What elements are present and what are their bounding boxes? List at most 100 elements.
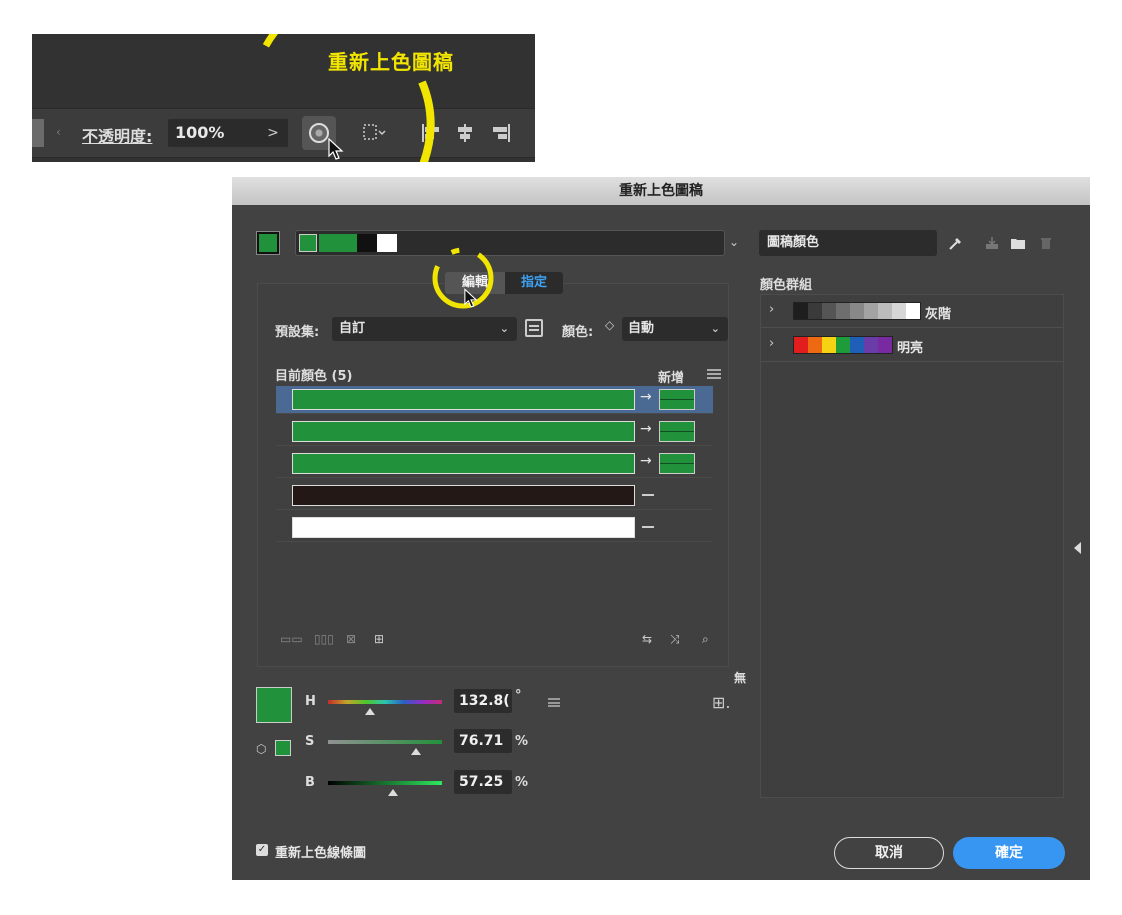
- colors-label: 顏色:: [562, 325, 594, 340]
- align-center-icon[interactable]: [454, 121, 476, 145]
- color-groups-label: 顏色群組: [760, 278, 813, 293]
- chevron-down-icon[interactable]: ⌄: [729, 235, 739, 249]
- current-color-swatch[interactable]: [256, 687, 292, 723]
- web-safe-swatch[interactable]: [275, 740, 291, 756]
- color-row[interactable]: [276, 482, 713, 510]
- group-swatch[interactable]: [864, 337, 878, 353]
- folder-icon[interactable]: [1010, 235, 1026, 251]
- mapping-arrow-icon[interactable]: →: [640, 389, 652, 405]
- mapping-arrow-icon[interactable]: →: [640, 453, 652, 469]
- brightness-label: B: [305, 775, 315, 790]
- group-swatch[interactable]: [822, 337, 836, 353]
- group-swatch[interactable]: [906, 303, 920, 319]
- hue-slider[interactable]: [328, 700, 442, 715]
- color-reduction-options-icon[interactable]: [525, 319, 543, 337]
- color-strip[interactable]: [295, 230, 725, 256]
- saturation-field[interactable]: 76.71: [454, 729, 512, 753]
- find-color-icon[interactable]: ⌕: [702, 632, 709, 650]
- save-group-icon[interactable]: [984, 235, 1000, 251]
- chevron-down-icon: ⌄: [710, 322, 720, 335]
- randomize-saturation-icon[interactable]: ⤨: [670, 632, 680, 650]
- hue-unit: °: [515, 688, 522, 703]
- strip-swatch: [357, 234, 377, 252]
- group-swatch[interactable]: [850, 303, 864, 319]
- ok-button[interactable]: 確定: [953, 837, 1065, 869]
- strip-swatch: [299, 234, 317, 252]
- color-group-row[interactable]: › 灰階: [761, 295, 1063, 328]
- panel-menu-icon[interactable]: [707, 369, 721, 379]
- current-color-bar[interactable]: [292, 517, 635, 538]
- cancel-button[interactable]: 取消: [834, 837, 944, 869]
- chevron-right-icon[interactable]: ›: [769, 302, 774, 317]
- merge-colors-icon[interactable]: ▭▭: [280, 632, 303, 650]
- preset-value: 自訂: [339, 321, 366, 336]
- active-color-swatch[interactable]: [257, 232, 279, 254]
- group-swatch[interactable]: [794, 337, 808, 353]
- colors-value: 自動: [628, 321, 655, 336]
- gamut-cube-icon[interactable]: ⬡: [256, 742, 266, 756]
- group-swatch[interactable]: [878, 337, 892, 353]
- recolor-lines-label[interactable]: 重新上色線條圖: [275, 842, 366, 861]
- colors-select[interactable]: 自動 ⌄: [622, 317, 728, 341]
- new-color-swatch[interactable]: [659, 421, 695, 442]
- control-bar-crop: 重新上色圖稿 ‹ 不透明度: 100% >: [32, 34, 535, 162]
- saturation-slider[interactable]: [328, 740, 442, 755]
- current-color-bar[interactable]: [292, 421, 635, 442]
- brightness-field[interactable]: 57.25: [454, 770, 512, 794]
- current-color-bar[interactable]: [292, 485, 635, 506]
- tab-assign[interactable]: 指定: [505, 272, 563, 294]
- color-grid-icon[interactable]: ⊞.: [712, 693, 731, 712]
- color-groups-panel: › 灰階 › 明亮: [760, 294, 1064, 798]
- new-row-icon[interactable]: ⊞: [374, 632, 384, 650]
- align-right-icon[interactable]: [490, 121, 512, 145]
- current-color-bar[interactable]: [292, 389, 635, 410]
- preset-select[interactable]: 自訂 ⌄: [332, 317, 517, 341]
- group-swatch[interactable]: [808, 303, 822, 319]
- color-mode-menu-icon[interactable]: [548, 698, 560, 707]
- group-swatch[interactable]: [878, 303, 892, 319]
- group-swatch[interactable]: [836, 337, 850, 353]
- separate-colors-icon[interactable]: ▯▯▯: [314, 632, 334, 650]
- new-colors-label: 新增: [658, 371, 685, 386]
- exclude-colors-icon[interactable]: ⊠: [346, 632, 356, 650]
- opacity-arrow-button[interactable]: >: [258, 119, 288, 147]
- opacity-label[interactable]: 不透明度:: [82, 123, 152, 147]
- new-color-swatch[interactable]: [659, 453, 695, 474]
- group-swatch[interactable]: [836, 303, 850, 319]
- group-swatch[interactable]: [808, 337, 822, 353]
- chevron-right-icon[interactable]: ›: [769, 336, 774, 351]
- selection-dropdown-icon[interactable]: [362, 121, 386, 145]
- trash-icon[interactable]: [1038, 235, 1054, 251]
- preset-label: 預設集:: [275, 325, 320, 340]
- color-group-row[interactable]: › 明亮: [761, 329, 1063, 362]
- recolor-lines-checkbox[interactable]: ✓: [256, 844, 268, 856]
- randomize-order-icon[interactable]: ⇆: [642, 632, 652, 650]
- fill-swatch-stub[interactable]: [32, 119, 44, 147]
- group-swatch[interactable]: [794, 303, 808, 319]
- brightness-slider[interactable]: [328, 781, 442, 796]
- color-row[interactable]: →: [276, 386, 713, 414]
- color-row[interactable]: →: [276, 450, 713, 478]
- saturation-slider-thumb[interactable]: [410, 748, 421, 755]
- group-swatch[interactable]: [864, 303, 878, 319]
- current-color-bar[interactable]: [292, 453, 635, 474]
- color-row[interactable]: →: [276, 418, 713, 446]
- collapse-panel-icon[interactable]: [1074, 542, 1081, 554]
- stepper-icon[interactable]: ◇: [605, 318, 614, 332]
- artwork-colors-field[interactable]: 圖稿顏色: [759, 230, 937, 256]
- color-wheel-icon: [309, 123, 329, 143]
- opacity-field[interactable]: 100%: [168, 119, 260, 147]
- strip-swatch: [319, 234, 339, 252]
- brightness-slider-thumb[interactable]: [387, 789, 398, 796]
- color-row[interactable]: [276, 514, 713, 542]
- group-swatch[interactable]: [892, 303, 906, 319]
- group-swatch[interactable]: [822, 303, 836, 319]
- eyedropper-icon[interactable]: [948, 235, 964, 251]
- new-color-swatch[interactable]: [659, 389, 695, 410]
- group-swatch[interactable]: [850, 337, 864, 353]
- strip-swatch: [377, 234, 397, 252]
- mapping-arrow-icon[interactable]: →: [640, 421, 652, 437]
- hue-label: H: [305, 694, 316, 709]
- hue-slider-thumb[interactable]: [365, 708, 376, 715]
- hue-field[interactable]: 132.8(: [454, 689, 512, 713]
